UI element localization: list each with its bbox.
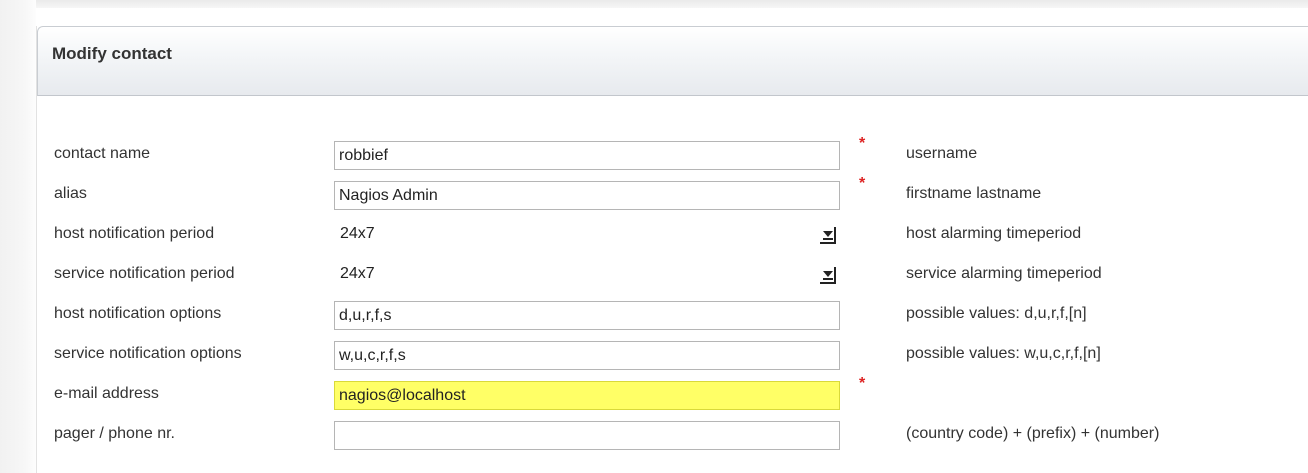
dropdown-arrow-icon[interactable] <box>820 227 836 244</box>
host-notification-period-select[interactable]: 24x7 <box>334 223 840 247</box>
host-notification-period-value: 24x7 <box>340 225 375 242</box>
pager-phone-input[interactable] <box>334 421 840 450</box>
page-title: Modify contact <box>52 44 172 63</box>
host-notification-options-hint: possible values: d,u,r,f,[n] <box>906 305 1087 322</box>
row-email-address: e-mail address * <box>37 375 1308 410</box>
dropdown-arrow-icon[interactable] <box>820 267 836 284</box>
required-marker: * <box>859 175 866 192</box>
modify-contact-panel: Modify contact contact name * username a… <box>36 26 1308 473</box>
alias-input[interactable] <box>334 181 840 210</box>
panel-header: Modify contact <box>37 26 1308 96</box>
alias-hint: firstname lastname <box>906 185 1042 202</box>
row-host-notification-options: host notification options possible value… <box>37 301 1308 330</box>
host-notification-period-hint: host alarming timeperiod <box>906 225 1082 242</box>
contact-name-label: contact name <box>54 145 151 162</box>
row-pager-phone: pager / phone nr. (country code) + (pref… <box>37 421 1308 450</box>
email-address-input[interactable] <box>334 381 840 410</box>
row-service-notification-period: service notification period 24x7 service… <box>37 261 1308 287</box>
alias-label: alias <box>54 185 87 202</box>
required-marker: * <box>859 375 866 392</box>
contact-name-input[interactable] <box>334 141 840 170</box>
required-marker: * <box>859 135 866 152</box>
pager-phone-hint: (country code) + (prefix) + (number) <box>906 425 1160 442</box>
service-notification-options-input[interactable] <box>334 341 840 370</box>
host-notification-options-input[interactable] <box>334 301 840 330</box>
service-notification-period-hint: service alarming timeperiod <box>906 265 1102 282</box>
service-notification-period-label: service notification period <box>54 265 235 282</box>
service-notification-options-hint: possible values: w,u,c,r,f,[n] <box>906 345 1101 362</box>
row-service-notification-options: service notification options possible va… <box>37 341 1308 370</box>
row-contact-name: contact name * username <box>37 135 1308 170</box>
service-notification-period-value: 24x7 <box>340 265 375 282</box>
row-alias: alias * firstname lastname <box>37 175 1308 210</box>
contact-name-hint: username <box>906 145 978 162</box>
pager-phone-label: pager / phone nr. <box>54 425 175 442</box>
host-notification-options-label: host notification options <box>54 305 222 322</box>
left-shade <box>0 0 36 473</box>
row-host-notification-period: host notification period 24x7 host alarm… <box>37 221 1308 247</box>
host-notification-period-label: host notification period <box>54 225 215 242</box>
service-notification-period-select[interactable]: 24x7 <box>334 263 840 287</box>
email-address-label: e-mail address <box>54 385 159 402</box>
service-notification-options-label: service notification options <box>54 345 242 362</box>
top-shade <box>0 0 1308 8</box>
